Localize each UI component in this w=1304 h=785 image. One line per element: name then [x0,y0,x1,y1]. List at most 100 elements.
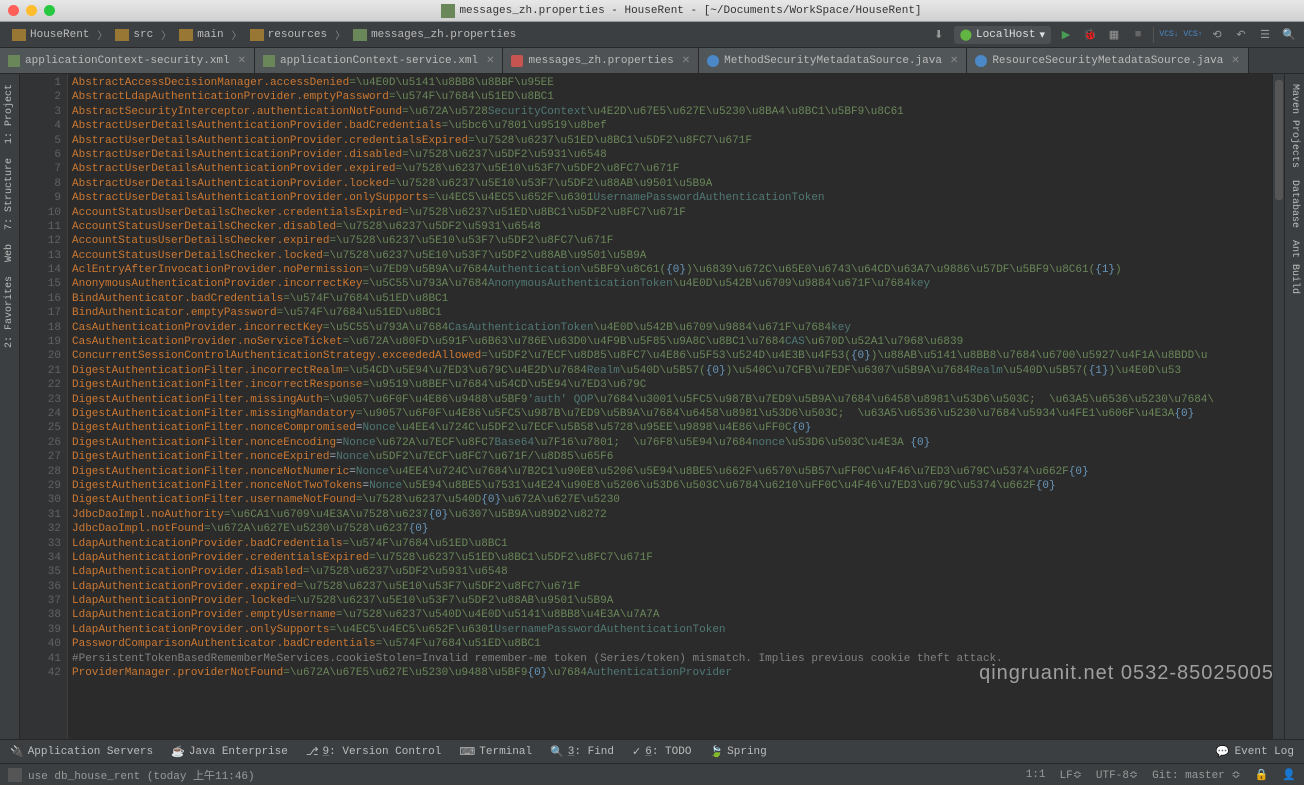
code-line[interactable]: LdapAuthenticationProvider.locked=\u7528… [72,594,1268,608]
code-line[interactable]: LdapAuthenticationProvider.credentialsEx… [72,551,1268,565]
git-branch[interactable]: Git: master ≎ [1152,768,1240,782]
tool-window-tab-favorites[interactable]: 2: Favorites [2,270,17,354]
bottom-tab-application-servers[interactable]: 🔌Application Servers [10,745,153,759]
code-line[interactable]: BindAuthenticator.emptyPassword=\u574F\u… [72,306,1268,320]
breadcrumb-item[interactable]: HouseRent [6,29,95,41]
scrollbar-thumb[interactable] [1275,80,1283,200]
editor-tab[interactable]: messages_zh.properties✕ [503,48,699,73]
code-line[interactable]: LdapAuthenticationProvider.disabled=\u75… [72,565,1268,579]
close-tab-icon[interactable]: ✕ [947,55,958,67]
close-tab-icon[interactable]: ✕ [235,55,246,67]
code-line[interactable]: AbstractUserDetailsAuthenticationProvide… [72,119,1268,133]
code-line[interactable]: BindAuthenticator.badCredentials=\u574F\… [72,292,1268,306]
code-line[interactable]: DigestAuthenticationFilter.incorrectResp… [72,378,1268,392]
code-line[interactable]: DigestAuthenticationFilter.nonceEncoding… [72,436,1268,450]
bottom-tab-spring[interactable]: 🍃Spring [709,745,766,759]
code-line[interactable]: AbstractAccessDecisionManager.accessDeni… [72,76,1268,90]
bottom-tab-find[interactable]: 🔍3: Find [550,745,614,759]
code-line[interactable]: DigestAuthenticationFilter.incorrectReal… [72,364,1268,378]
code-line[interactable]: AccountStatusUserDetailsChecker.expired=… [72,234,1268,248]
close-tab-icon[interactable]: ✕ [483,55,494,67]
code-line[interactable]: AccountStatusUserDetailsChecker.disabled… [72,220,1268,234]
hector-icon[interactable]: 👤 [1282,768,1296,782]
code-line[interactable]: JdbcDaoImpl.notFound=\u672A\u627E\u5230\… [72,522,1268,536]
code-line[interactable]: LdapAuthenticationProvider.expired=\u752… [72,580,1268,594]
code-line[interactable]: DigestAuthenticationFilter.usernameNotFo… [72,493,1268,507]
code-line[interactable]: DigestAuthenticationFilter.nonceExpired=… [72,450,1268,464]
code-line[interactable]: PasswordComparisonAuthenticator.badCrede… [72,637,1268,651]
code-line[interactable]: AnonymousAuthenticationProvider.incorrec… [72,277,1268,291]
tool-window-tab-ant-build[interactable]: Ant Build [1287,234,1302,300]
bottom-tab-version-control[interactable]: ⎇9: Version Control [306,745,442,759]
bottom-tab-todo[interactable]: ✓6: TODO [632,745,691,759]
code-line[interactable]: LdapAuthenticationProvider.onlySupports=… [72,623,1268,637]
code-line[interactable]: DigestAuthenticationFilter.nonceCompromi… [72,421,1268,435]
code-editor[interactable]: AbstractAccessDecisionManager.accessDeni… [68,74,1272,739]
build-icon[interactable]: ⬇ [930,26,948,44]
run-icon[interactable]: ▶ [1057,26,1075,44]
code-line[interactable]: AbstractUserDetailsAuthenticationProvide… [72,177,1268,191]
tab-label: Terminal [479,746,532,758]
breadcrumb-item[interactable]: resources [244,29,333,41]
code-line[interactable]: AccountStatusUserDetailsChecker.credenti… [72,206,1268,220]
breadcrumb-item[interactable]: src [109,29,159,41]
bottom-tab-terminal[interactable]: ⌨Terminal [459,745,532,759]
status-icon[interactable] [8,768,22,782]
settings-icon[interactable]: ☰ [1256,26,1274,44]
event-log-button[interactable]: 💬 Event Log [1216,745,1294,759]
coverage-icon[interactable]: ▦ [1105,26,1123,44]
code-line[interactable]: ConcurrentSessionControlAuthenticationSt… [72,349,1268,363]
editor-scrollbar[interactable] [1272,74,1284,739]
code-line[interactable]: DigestAuthenticationFilter.missingAuth=\… [72,393,1268,407]
tab-label: Spring [727,746,767,758]
breadcrumb-label: src [133,29,153,41]
code-line[interactable]: AbstractUserDetailsAuthenticationProvide… [72,162,1268,176]
tool-window-tab-structure[interactable]: 7: Structure [2,152,17,236]
code-line[interactable]: DigestAuthenticationFilter.nonceNotNumer… [72,465,1268,479]
editor-tab[interactable]: ResourceSecurityMetadataSource.java✕ [967,48,1248,73]
editor-tab[interactable]: applicationContext-security.xml✕ [0,48,255,73]
editor-tab[interactable]: MethodSecurityMetadataSource.java✕ [699,48,967,73]
code-line[interactable]: CasAuthenticationProvider.noServiceTicke… [72,335,1268,349]
code-line[interactable]: #PersistentTokenBasedRememberMeServices.… [72,652,1268,666]
maximize-window-icon[interactable] [44,5,55,16]
editor-tab[interactable]: applicationContext-service.xml✕ [255,48,503,73]
debug-icon[interactable]: 🐞 [1081,26,1099,44]
code-line[interactable]: AbstractUserDetailsAuthenticationProvide… [72,134,1268,148]
caret-position[interactable]: 1:1 [1026,769,1046,781]
code-line[interactable]: AclEntryAfterInvocationProvider.noPermis… [72,263,1268,277]
code-line[interactable]: AbstractUserDetailsAuthenticationProvide… [72,191,1268,205]
bottom-tab-java-enterprise[interactable]: ☕Java Enterprise [171,745,288,759]
tool-window-tab-web[interactable]: Web [2,238,17,268]
lock-icon[interactable]: 🔒 [1255,768,1269,782]
minimize-window-icon[interactable] [26,5,37,16]
code-line[interactable]: DigestAuthenticationFilter.missingMandat… [72,407,1268,421]
breadcrumb-item[interactable]: messages_zh.properties [347,29,522,41]
code-line[interactable]: AccountStatusUserDetailsChecker.locked=\… [72,249,1268,263]
search-icon[interactable]: 🔍 [1280,26,1298,44]
vcs-update-icon[interactable]: VCS↓ [1160,26,1178,44]
tool-window-tab-database[interactable]: Database [1287,174,1302,234]
breadcrumb-item[interactable]: main [173,29,229,41]
history-icon[interactable]: ⟲ [1208,26,1226,44]
tool-window-tab-project[interactable]: 1: Project [2,78,17,150]
close-tab-icon[interactable]: ✕ [1228,55,1239,67]
close-tab-icon[interactable]: ✕ [679,55,690,67]
code-line[interactable]: AbstractUserDetailsAuthenticationProvide… [72,148,1268,162]
code-line[interactable]: ProviderManager.providerNotFound=\u672A\… [72,666,1268,680]
file-encoding[interactable]: UTF-8≎ [1096,768,1138,782]
code-line[interactable]: LdapAuthenticationProvider.badCredential… [72,537,1268,551]
code-line[interactable]: JdbcDaoImpl.noAuthority=\u6CA1\u6709\u4E… [72,508,1268,522]
revert-icon[interactable]: ↶ [1232,26,1250,44]
code-line[interactable]: AbstractSecurityInterceptor.authenticati… [72,105,1268,119]
line-separator[interactable]: LF≎ [1060,768,1082,782]
code-line[interactable]: AbstractLdapAuthenticationProvider.empty… [72,90,1268,104]
code-line[interactable]: DigestAuthenticationFilter.nonceNotTwoTo… [72,479,1268,493]
close-window-icon[interactable] [8,5,19,16]
vcs-commit-icon[interactable]: VCS↑ [1184,26,1202,44]
code-line[interactable]: CasAuthenticationProvider.incorrectKey=\… [72,321,1268,335]
tool-window-tab-maven-projects[interactable]: Maven Projects [1287,78,1302,174]
code-line[interactable]: LdapAuthenticationProvider.emptyUsername… [72,608,1268,622]
run-config-selector[interactable]: ⬤ LocalHost ▾ [954,26,1051,44]
stop-icon[interactable]: ■ [1129,26,1147,44]
